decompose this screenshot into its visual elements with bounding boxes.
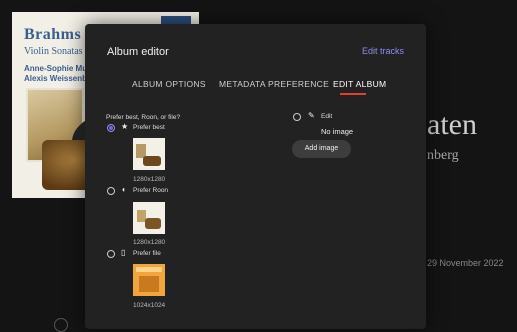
no-image-text: No image bbox=[321, 127, 354, 136]
album-artist: nberg bbox=[427, 148, 459, 163]
tab-album-options[interactable]: ALBUM OPTIONS bbox=[132, 79, 206, 89]
tab-bar: ALBUM OPTIONS METADATA PREFERENCE EDIT A… bbox=[85, 79, 426, 99]
resolution-roon: 1280x1280 bbox=[133, 239, 166, 246]
add-image-button[interactable]: Add image bbox=[292, 140, 351, 158]
file-icon: ▯ bbox=[121, 248, 126, 257]
radio-prefer-roon[interactable] bbox=[107, 187, 115, 195]
resolution-best: 1280x1280 bbox=[133, 176, 166, 183]
tab-metadata-preference[interactable]: METADATA PREFERENCE bbox=[219, 79, 329, 89]
option-prefer-roon-label: Prefer Roon bbox=[133, 187, 169, 194]
image-preference-label: Prefer best, Roon, or file? bbox=[106, 114, 181, 121]
active-tab-indicator bbox=[340, 93, 366, 95]
option-edit-label: Edit bbox=[321, 113, 333, 120]
radio-edit[interactable] bbox=[293, 113, 301, 121]
image-thumbnail-file bbox=[133, 264, 165, 296]
album-editor-dialog: Album editor Edit tracks ALBUM OPTIONS M… bbox=[85, 24, 426, 329]
star-icon: ★ bbox=[121, 122, 129, 131]
roon-icon: ◖ bbox=[121, 185, 126, 194]
cover-artist-1: Anne-Sophie Mutt bbox=[24, 64, 93, 73]
image-thumbnail-best bbox=[133, 138, 165, 170]
pencil-icon: ✎ bbox=[308, 111, 315, 120]
dialog-title: Album editor bbox=[107, 46, 169, 58]
radio-prefer-file[interactable] bbox=[107, 250, 115, 258]
edit-tracks-link[interactable]: Edit tracks bbox=[362, 46, 404, 56]
image-thumbnail-roon bbox=[133, 202, 165, 234]
page-control[interactable] bbox=[54, 318, 68, 332]
option-prefer-file-label: Prefer file bbox=[133, 250, 161, 257]
cover-title: Brahms bbox=[24, 26, 82, 43]
cover-artist-2: Alexis Weissenber bbox=[24, 74, 95, 83]
release-date: 29 November 2022 bbox=[427, 258, 504, 268]
tab-edit-album[interactable]: EDIT ALBUM bbox=[333, 79, 386, 89]
resolution-file: 1024x1024 bbox=[133, 302, 166, 309]
radio-prefer-best[interactable] bbox=[107, 124, 115, 132]
option-prefer-best-label: Prefer best bbox=[133, 124, 165, 131]
album-title: aten bbox=[427, 108, 477, 141]
cover-subtitle: Violin Sonatas N bbox=[24, 46, 93, 57]
